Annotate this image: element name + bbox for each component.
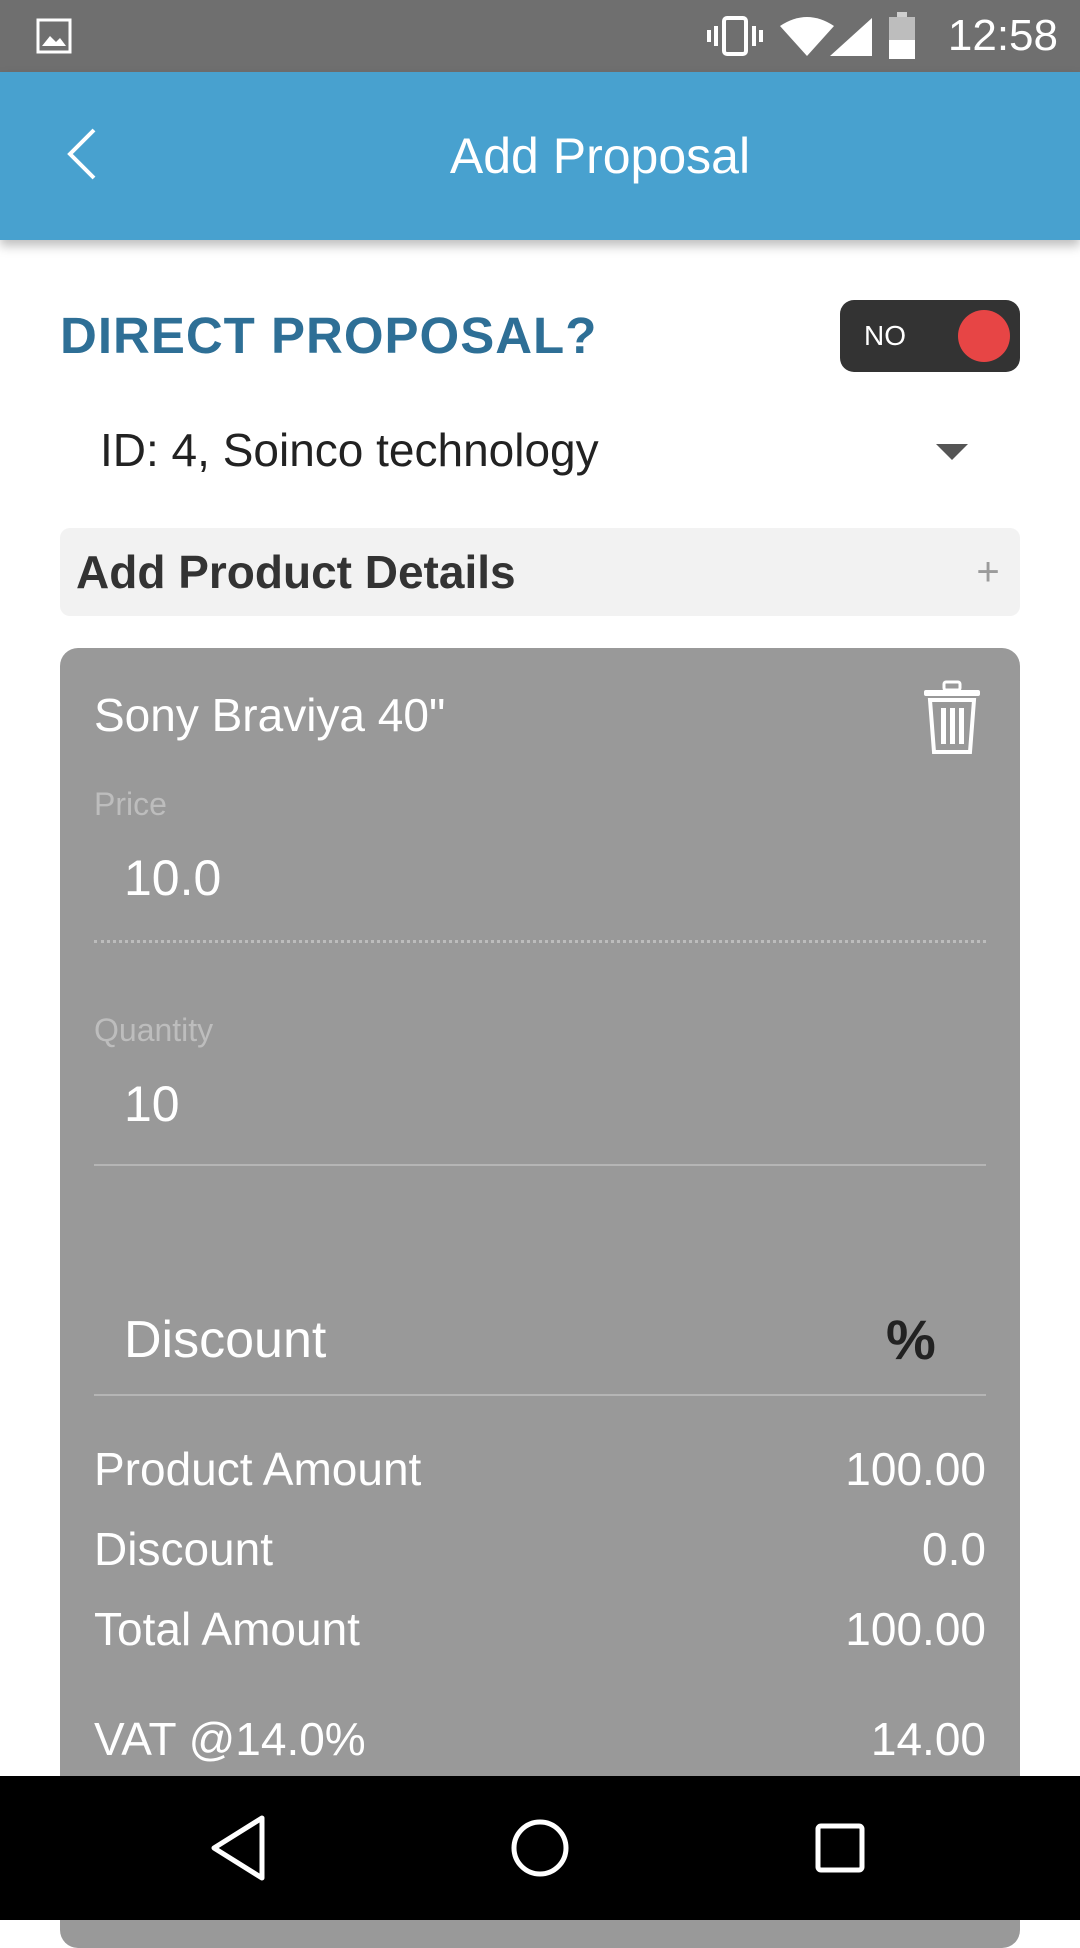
page-title: Add Proposal (449, 128, 751, 184)
nav-back-icon[interactable] (200, 1808, 280, 1888)
signal-icon (830, 18, 872, 56)
summary-row-discount: Discount 0.0 (94, 1514, 986, 1584)
trash-icon[interactable] (920, 680, 984, 756)
summary-label: Product Amount (94, 1443, 422, 1495)
price-input[interactable] (124, 838, 984, 918)
price-label: Price (94, 786, 167, 822)
app-bar: Add Proposal (0, 72, 1080, 240)
summary-value: 14.00 (870, 1713, 986, 1765)
add-product-details-label: Add Product Details (76, 546, 516, 598)
nav-home-icon[interactable] (500, 1808, 580, 1888)
summary-value: 100.00 (845, 1603, 986, 1655)
summary-label: VAT @14.0% (94, 1713, 366, 1765)
customer-selected-value: ID: 4, Soinco technology (100, 424, 599, 476)
summary-label: Total Amount (94, 1603, 360, 1655)
plus-icon: + (976, 550, 1000, 594)
direct-proposal-label: DIRECT PROPOSAL? (60, 307, 598, 364)
product-name: Sony Braviya 40" (94, 689, 446, 741)
battery-icon (889, 12, 915, 59)
dropdown-arrow-icon (936, 444, 968, 460)
price-underline (94, 940, 986, 943)
summary-row-vat: VAT @14.0% 14.00 (94, 1704, 986, 1774)
summary-value: 100.00 (845, 1443, 986, 1495)
add-product-details-button[interactable]: Add Product Details + (60, 528, 1020, 616)
status-clock: 12:58 (947, 11, 1058, 60)
toggle-knob (958, 310, 1010, 362)
system-navigation-bar (0, 1776, 1080, 1920)
customer-dropdown[interactable]: ID: 4, Soinco technology (60, 410, 1020, 490)
discount-placeholder: Discount (124, 1311, 327, 1369)
quantity-label: Quantity (94, 1012, 214, 1048)
summary-label: Discount (94, 1523, 273, 1575)
discount-unit: % (886, 1308, 936, 1371)
product-card: Sony Braviya 40" Price Quantity Discount… (60, 648, 1020, 1948)
discount-input[interactable]: Discount (124, 1300, 884, 1380)
direct-proposal-toggle[interactable]: NO (840, 300, 1020, 372)
discount-underline (94, 1394, 986, 1396)
vibrate-icon (707, 16, 763, 56)
quantity-underline (94, 1164, 986, 1166)
status-bar: 12:58 (0, 0, 1080, 72)
gallery-notification-icon (36, 18, 72, 54)
summary-row-product-amount: Product Amount 100.00 (94, 1434, 986, 1504)
toggle-state-label: NO (864, 320, 906, 351)
nav-recents-icon[interactable] (800, 1808, 880, 1888)
back-arrow-icon[interactable] (58, 124, 108, 184)
summary-value: 0.0 (922, 1523, 986, 1575)
summary-row-total-amount: Total Amount 100.00 (94, 1594, 986, 1664)
quantity-input[interactable] (124, 1064, 984, 1144)
